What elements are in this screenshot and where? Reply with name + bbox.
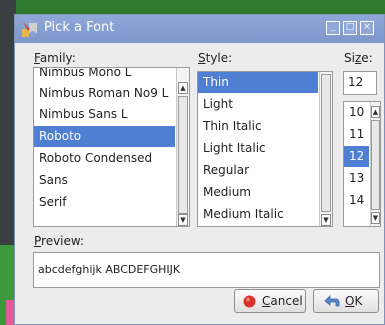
family-scroll-thumb[interactable] [178,96,188,214]
style-scroll-thumb[interactable] [321,74,331,212]
size-item-selected[interactable]: 12 [344,146,369,167]
scroll-up-icon[interactable]: ▲ [178,82,188,94]
size-item[interactable]: 13 [347,168,369,189]
title-bar[interactable]: Pick a Font _ □ × [15,15,384,43]
style-label: Style: [198,51,233,65]
ok-button[interactable]: OK [313,289,379,313]
family-item[interactable]: Nimbus Sans L [37,104,175,125]
family-item[interactable]: Nimbus Mono L [37,68,175,83]
font-app-icon [22,22,37,37]
scroll-up-icon[interactable]: ▲ [371,106,380,118]
preview-text-field[interactable]: abcdefghijk ABCDEFGHIJK [33,252,380,288]
style-item[interactable]: Light [201,94,318,115]
family-item[interactable]: Nimbus Roman No9 L [37,83,175,104]
family-item[interactable]: Roboto Condensed [37,148,175,169]
family-item-selected[interactable]: Roboto [34,126,175,147]
cancel-icon [243,295,256,308]
style-item[interactable]: Thin Italic [201,116,318,137]
scroll-down-icon[interactable]: ▼ [371,212,380,224]
style-item[interactable]: Medium Italic [201,204,318,225]
size-scroll-thumb[interactable] [371,120,380,210]
family-item[interactable]: Sans [37,170,175,191]
family-label: Family: [34,51,76,65]
size-item[interactable]: 14 [347,190,369,211]
font-picker-dialog: Pick a Font _ □ × Family: Nimbus Mono L … [14,14,385,325]
size-label: Size: [344,51,373,65]
size-item[interactable]: 11 [347,124,369,145]
cancel-button[interactable]: Cancel [234,289,306,313]
close-button[interactable]: × [360,21,374,35]
minimize-button[interactable]: _ [326,21,340,35]
style-scrollbar[interactable]: ▼ [319,72,332,226]
scroll-down-icon[interactable]: ▼ [178,214,188,226]
window-title: Pick a Font [44,20,115,35]
size-input[interactable]: 12 [343,71,377,95]
maximize-button[interactable]: □ [343,21,357,35]
style-item[interactable]: Medium [201,182,318,203]
size-scrollbar[interactable]: ▲ ▼ [370,102,380,226]
style-item[interactable]: Light Italic [201,138,318,159]
style-item-selected[interactable]: Thin [198,72,318,93]
preview-label: Preview: [34,234,85,248]
family-list[interactable]: Nimbus Mono L Nimbus Roman No9 L Nimbus … [33,67,190,227]
family-item[interactable]: Serif [37,192,175,213]
style-item[interactable]: Regular [201,160,318,181]
ok-icon [324,295,340,307]
cancel-label: Cancel [262,294,303,308]
style-list[interactable]: Thin Light Thin Italic Light Italic Regu… [197,71,333,227]
ok-label: OK [345,294,363,308]
scroll-down-icon[interactable]: ▼ [321,214,331,226]
size-list[interactable]: 10 11 12 13 14 ▲ ▼ [343,101,381,227]
size-item[interactable]: 10 [347,102,369,123]
family-scrollbar[interactable]: ▲ ▼ [176,68,189,226]
